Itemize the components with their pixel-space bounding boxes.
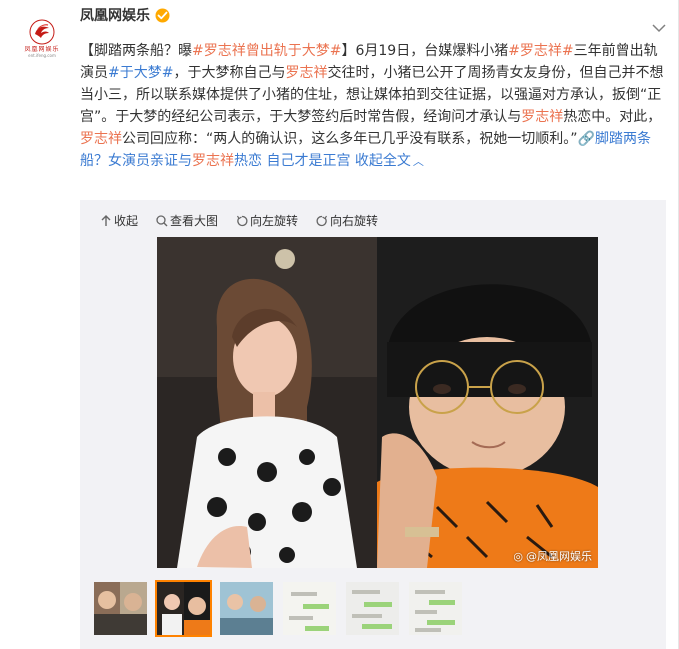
- chevron-down-icon[interactable]: [651, 22, 667, 34]
- magnifier-icon: [156, 214, 168, 227]
- link-icon: 🔗: [577, 131, 595, 147]
- verified-badge-icon[interactable]: [154, 7, 170, 23]
- collapse-image-button[interactable]: 收起: [100, 212, 138, 229]
- thumbnail-strip: [92, 580, 464, 637]
- photo-watermark: ◎ @凤凰网娱乐: [513, 548, 592, 564]
- thumbnail[interactable]: [344, 580, 401, 637]
- post-text: 【脚踏两条船？曝#罗志祥曾出轨于大梦#】6月19日，台媒爆料小猪#罗志祥#三年前…: [80, 40, 665, 173]
- photo-woman: [157, 237, 377, 568]
- watermark-text: @凤凰网娱乐: [526, 550, 592, 563]
- chevron-up-icon: ︿: [412, 155, 424, 168]
- author-block: 凤凰网娱乐: [80, 2, 170, 28]
- view-large-button[interactable]: 查看大图: [156, 212, 218, 229]
- collapse-text-button[interactable]: 收起全文 ︿: [355, 153, 424, 169]
- collapse-text-label: 收起全文: [354, 153, 411, 169]
- thumbnail-active[interactable]: [155, 580, 212, 637]
- post-text-segment: ，于大梦称自己与: [173, 65, 286, 81]
- post-text-segment: 公司回应称：“两人的确认识，这么多年已几乎没有联系，祝她一切顺利。”: [122, 131, 578, 147]
- author-name[interactable]: 凤凰网娱乐: [80, 5, 150, 25]
- main-photo[interactable]: ◎ @凤凰网娱乐: [157, 237, 598, 568]
- topic-link[interactable]: #于大梦#: [108, 65, 173, 81]
- rotate-right-label: 向右旋转: [330, 214, 379, 228]
- rotate-right-button[interactable]: 向右旋转: [316, 212, 378, 229]
- name-link[interactable]: 罗志祥: [80, 131, 122, 147]
- post-text-segment: 【脚踏两条船？曝: [80, 43, 192, 59]
- topic-link[interactable]: #罗志祥#: [508, 43, 573, 59]
- weibo-post-card: 凤凰网娱乐 ent.ifeng.com 凤凰网娱乐 【脚踏两条船？曝#罗志祥曾出…: [0, 0, 679, 649]
- phoenix-logo-icon: [29, 19, 55, 45]
- rotate-right-icon: [316, 215, 328, 227]
- thumbnail[interactable]: [92, 580, 149, 637]
- avatar-logo-text: 凤凰网娱乐: [24, 46, 60, 53]
- media-toolbar: 收起 查看大图 向左旋转 向右旋转: [100, 212, 378, 229]
- rotate-left-label: 向左旋转: [250, 214, 299, 228]
- name-link[interactable]: 罗志祥: [192, 153, 234, 169]
- name-link[interactable]: 罗志祥: [285, 65, 327, 81]
- post-text-segment: 】6月19日，台媒爆料小猪: [341, 43, 509, 59]
- thumbnail[interactable]: [407, 580, 464, 637]
- media-box: 收起 查看大图 向左旋转 向右旋转 ◎ @凤凰网娱乐: [80, 200, 666, 649]
- thumbnail[interactable]: [281, 580, 338, 637]
- weibo-icon: ◎: [513, 549, 523, 563]
- rotate-left-button[interactable]: 向左旋转: [236, 212, 298, 229]
- name-link[interactable]: 罗志祥: [521, 109, 563, 125]
- avatar-logo-sub: ent.ifeng.com: [28, 53, 56, 58]
- thumbnail[interactable]: [218, 580, 275, 637]
- view-large-label: 查看大图: [170, 214, 219, 228]
- article-link-title-end[interactable]: 热恋 自己才是正宫: [234, 153, 350, 169]
- rotate-left-icon: [236, 215, 248, 227]
- photo-man: [377, 237, 598, 568]
- post-text-segment: 热恋中。对此，: [563, 109, 662, 125]
- topic-link[interactable]: #罗志祥曾出轨于大梦#: [192, 43, 341, 59]
- avatar[interactable]: 凤凰网娱乐 ent.ifeng.com: [22, 19, 62, 59]
- arrow-up-icon: [100, 214, 112, 227]
- collapse-image-label: 收起: [114, 214, 139, 228]
